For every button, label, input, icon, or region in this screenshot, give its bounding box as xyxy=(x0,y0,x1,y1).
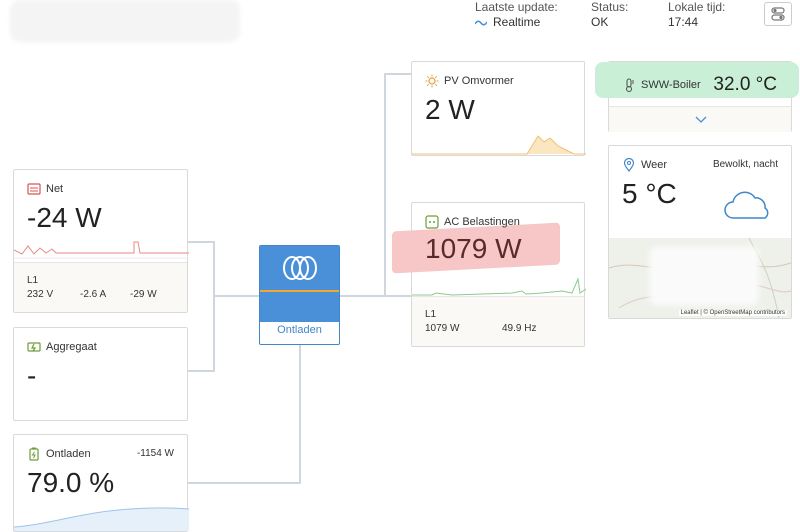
battery-title: Ontladen xyxy=(46,448,91,460)
last-update-value: Realtime xyxy=(475,15,540,29)
generator-icon xyxy=(27,342,41,352)
victron-logo-icon xyxy=(283,256,317,280)
map-attribution[interactable]: Leaflet | © OpenStreetMap contributors xyxy=(678,310,787,316)
status-value: OK xyxy=(591,15,609,29)
inverter-block[interactable]: Ontladen xyxy=(259,245,340,345)
pv-title: PV Omvormer xyxy=(444,75,514,87)
redacted-area xyxy=(649,246,759,306)
status-label: Status: xyxy=(591,0,629,14)
ac-loads-title: AC Belastingen xyxy=(444,216,520,228)
grid-sparkline xyxy=(14,241,189,259)
grid-power: -24 W xyxy=(27,202,102,233)
flow-line xyxy=(340,295,412,297)
grid-meter-icon xyxy=(27,183,41,195)
flow-line xyxy=(188,241,215,243)
generator-value: - xyxy=(27,360,37,391)
battery-sparkline xyxy=(14,507,189,531)
battery-power: -1154 W xyxy=(136,448,174,459)
battery-icon xyxy=(29,447,39,461)
location-pin-icon xyxy=(623,158,635,172)
flow-line xyxy=(188,482,301,484)
generator-card[interactable]: Aggregaat - xyxy=(13,327,188,421)
settings-button[interactable] xyxy=(764,2,792,26)
grid-phase: L1 xyxy=(27,275,39,286)
weather-temperature: 5 °C xyxy=(622,178,677,209)
grid-voltage: 232 V xyxy=(27,289,54,300)
boiler-expand-button[interactable] xyxy=(609,106,791,132)
pv-power: 2 W xyxy=(425,94,475,125)
flow-line xyxy=(213,241,215,371)
battery-soc: 79.0 % xyxy=(27,467,115,498)
realtime-icon xyxy=(475,20,487,26)
flow-line xyxy=(384,73,386,297)
boiler-card[interactable]: SWW-Boiler 32.0 °C xyxy=(595,61,799,132)
sun-icon xyxy=(425,74,439,88)
ac-loads-frequency: 49.9 Hz xyxy=(502,323,537,334)
inverter-stripe xyxy=(260,290,339,322)
ac-loads-footer: L1 1079 W 49.9 Hz xyxy=(412,296,584,346)
flow-line xyxy=(213,295,260,297)
local-time-value: 17:44 xyxy=(668,15,699,29)
toggle-settings-icon xyxy=(771,7,785,21)
generator-title: Aggregaat xyxy=(46,341,97,353)
inverter-label: Ontladen xyxy=(277,324,322,336)
grid-footer: L1 232 V -2.6 A -29 W xyxy=(14,262,187,312)
inverter-logo-area xyxy=(260,246,339,290)
grid-current: -2.6 A xyxy=(80,289,107,300)
chevron-down-icon xyxy=(695,116,707,123)
local-time-label: Lokale tijd: xyxy=(668,0,726,14)
pv-card[interactable]: PV Omvormer 2 W xyxy=(411,61,586,156)
pv-sparkline xyxy=(412,135,586,155)
flow-line xyxy=(188,370,215,372)
cloud-icon xyxy=(724,191,769,219)
weather-condition: Bewolkt, nacht xyxy=(712,159,778,170)
weather-title: Weer xyxy=(641,159,668,171)
ac-loads-phase: L1 xyxy=(425,309,437,320)
ac-loads-card[interactable]: AC Belastingen 1079 W L1 1079 W 49.9 Hz xyxy=(392,202,586,347)
flow-line xyxy=(384,73,412,75)
flow-line xyxy=(299,345,301,483)
ac-loads-phase-power: 1079 W xyxy=(425,323,460,334)
last-update-text: Realtime xyxy=(493,15,541,29)
redacted-title xyxy=(10,0,240,42)
last-update-label: Laatste update: xyxy=(475,0,558,14)
ac-loads-power: 1079 W xyxy=(425,233,522,264)
socket-icon xyxy=(425,215,439,229)
grid-card[interactable]: Net -24 W L1 232 V -2.6 A -29 W xyxy=(13,169,189,313)
grid-phase-power: -29 W xyxy=(130,289,157,300)
weather-map[interactable]: Leaflet | © OpenStreetMap contributors xyxy=(609,238,791,318)
thermometer-icon xyxy=(625,78,634,92)
boiler-title: SWW-Boiler xyxy=(641,79,701,91)
grid-title: Net xyxy=(46,183,64,195)
ac-loads-sparkline xyxy=(412,277,586,296)
battery-card[interactable]: Ontladen -1154 W 79.0 % xyxy=(13,434,189,532)
boiler-temperature: 32.0 °C xyxy=(713,74,777,95)
weather-card[interactable]: Weer Bewolkt, nacht 5 °C Leaflet | © Ope… xyxy=(608,145,792,319)
